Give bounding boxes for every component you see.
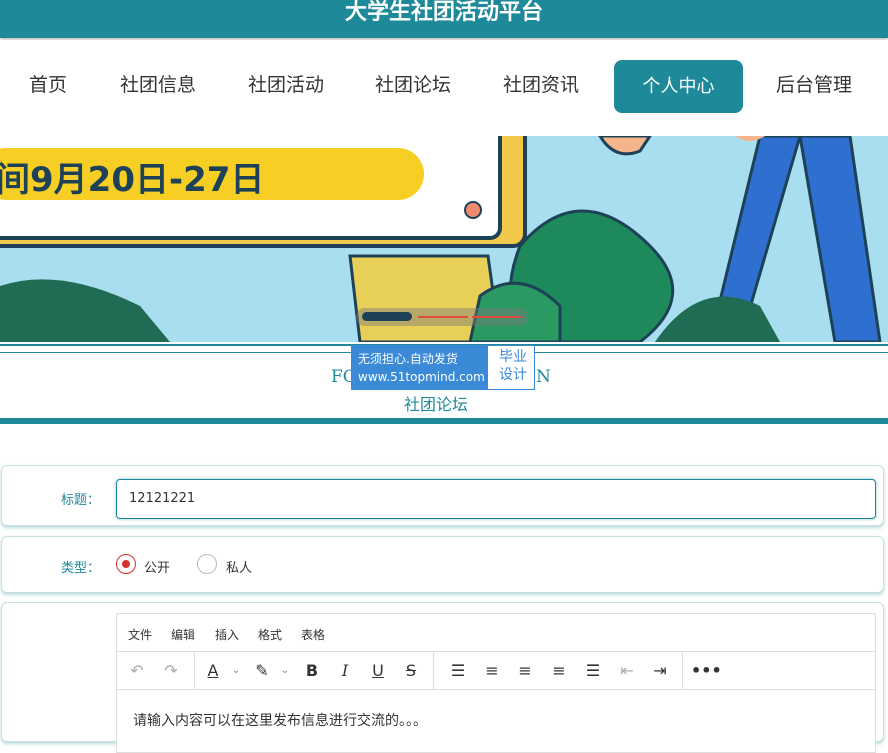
watermark-blue-block: 无须担心.自动发货 www.51topmind.com — [352, 346, 488, 389]
content-form-row: 文件 编辑 插入 格式 表格 ↶ ↷ A ⌄ ✎ ⌄ B I U S ☰ ≡ ≡… — [1, 602, 884, 753]
radio-public[interactable] — [116, 554, 136, 574]
type-form-row: 类型： 公开 私人 — [1, 536, 884, 593]
site-title: 大学生社团活动平台 — [344, 0, 543, 25]
title-form-row: 标题： 12121221 — [1, 465, 884, 526]
nav-item-club-forum[interactable]: 社团论坛 — [375, 70, 451, 97]
type-label: 类型： — [61, 561, 101, 576]
banner-carousel[interactable]: 间9月20日-27日 — [0, 136, 888, 342]
menu-edit[interactable]: 编辑 — [171, 626, 195, 643]
indent-icon[interactable]: ⇥ — [649, 660, 671, 682]
radio-private[interactable] — [197, 554, 217, 574]
section-en-title-right: N — [536, 367, 551, 387]
nav-item-personal-center[interactable]: 个人中心 — [614, 60, 743, 113]
chevron-down-icon[interactable]: ⌄ — [225, 660, 247, 682]
watermark-side: 毕业 设计 — [494, 348, 532, 384]
more-icon[interactable]: ••• — [691, 660, 722, 682]
outdent-icon[interactable]: ⇤ — [616, 660, 638, 682]
nav-item-club-news[interactable]: 社团资讯 — [503, 70, 579, 97]
site-header: 大学生社团活动平台 — [0, 0, 888, 38]
align-left-icon[interactable]: ≡ — [481, 660, 503, 682]
align-justify-icon[interactable]: ☰ — [582, 660, 604, 682]
chevron-down-icon[interactable]: ⌄ — [274, 660, 296, 682]
editor-toolbar: ↶ ↷ A ⌄ ✎ ⌄ B I U S ☰ ≡ ≡ ≡ ☰ ⇤ ⇥ ••• — [117, 652, 875, 690]
line-height-icon[interactable]: ☰ — [447, 660, 469, 682]
editor-content-area[interactable]: 请输入内容可以在这里发布信息进行交流的。。。 — [133, 710, 427, 730]
toolbar-separator — [194, 652, 195, 689]
underline-icon[interactable]: U — [367, 660, 389, 682]
strikethrough-icon[interactable]: S — [400, 660, 422, 682]
bold-icon[interactable]: B — [301, 660, 323, 682]
align-center-icon[interactable]: ≡ — [514, 660, 536, 682]
watermark-side2: 设计 — [499, 367, 527, 383]
banner-caption: 间9月20日-27日 — [0, 160, 265, 200]
title-label: 标题： — [61, 493, 101, 508]
rich-text-editor: 文件 编辑 插入 格式 表格 ↶ ↷ A ⌄ ✎ ⌄ B I U S ☰ ≡ ≡… — [116, 613, 876, 753]
menu-insert[interactable]: 插入 — [215, 626, 239, 643]
radio-public-label[interactable]: 公开 — [144, 557, 170, 576]
menu-file[interactable]: 文件 — [128, 626, 152, 643]
toolbar-separator — [682, 652, 683, 689]
text-color-icon[interactable]: A — [202, 660, 224, 682]
toolbar-separator — [433, 652, 434, 689]
main-nav: 首页 社团信息 社团活动 社团论坛 社团资讯 个人中心 后台管理 — [0, 40, 888, 136]
italic-icon[interactable]: I — [334, 660, 356, 682]
nav-item-home[interactable]: 首页 — [29, 70, 67, 97]
nav-item-club-info[interactable]: 社团信息 — [120, 70, 196, 97]
align-right-icon[interactable]: ≡ — [548, 660, 570, 682]
undo-icon[interactable]: ↶ — [126, 660, 148, 682]
title-input[interactable]: 12121221 — [116, 479, 876, 519]
editor-menubar: 文件 编辑 插入 格式 表格 — [117, 614, 875, 652]
nav-item-club-activities[interactable]: 社团活动 — [248, 70, 324, 97]
watermark-line2: www.51topmind.com — [358, 370, 485, 384]
watermark-side1: 毕业 — [499, 349, 527, 365]
menu-format[interactable]: 格式 — [258, 626, 282, 643]
nav-item-admin[interactable]: 后台管理 — [776, 70, 852, 97]
watermark-line1: 无须担心.自动发货 — [358, 352, 458, 366]
section-title: 社团论坛 — [404, 395, 469, 414]
highlight-icon[interactable]: ✎ — [251, 660, 273, 682]
radio-private-label[interactable]: 私人 — [226, 557, 252, 576]
watermark-badge: 无须担心.自动发货 www.51topmind.com 毕业 设计 — [351, 345, 535, 390]
menu-table[interactable]: 表格 — [301, 626, 325, 643]
redo-icon[interactable]: ↷ — [160, 660, 182, 682]
